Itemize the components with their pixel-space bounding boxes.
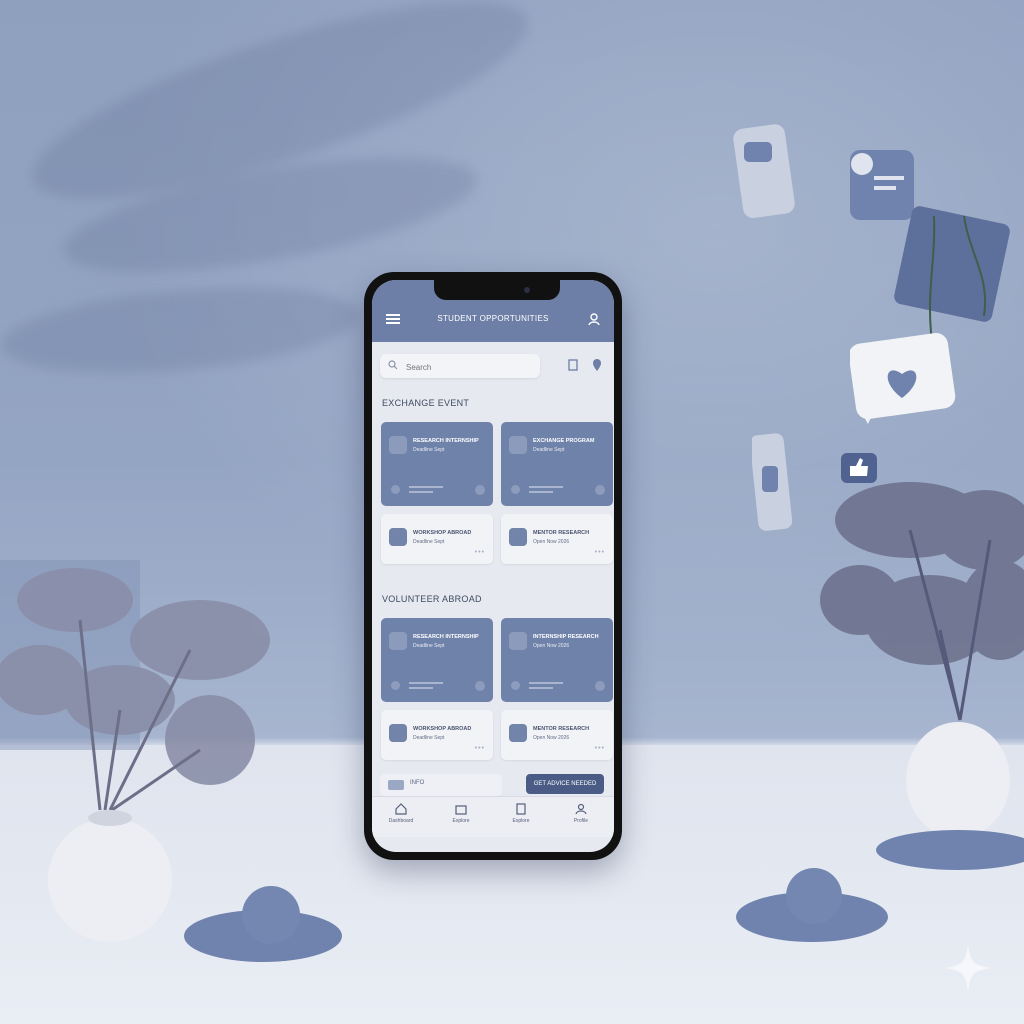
chat-bubble-icon xyxy=(733,124,795,219)
like-card-icon xyxy=(752,433,792,531)
chart-icon xyxy=(509,632,527,650)
card-subtitle: Deadline Sept xyxy=(533,447,565,453)
tab-label: Dashboard xyxy=(388,818,414,824)
card-subtitle: Open Now 2026 xyxy=(533,643,570,649)
folder-icon xyxy=(455,805,467,815)
card-title: WORKSHOP ABROAD xyxy=(413,530,472,536)
heart-icon[interactable] xyxy=(475,681,485,691)
more-icon[interactable]: ••• xyxy=(475,549,485,556)
tab-label: Profile xyxy=(573,818,589,824)
tab-explore-2[interactable]: Explore xyxy=(496,803,546,824)
info-label: INFO xyxy=(410,780,425,786)
heart-icon[interactable] xyxy=(595,485,605,495)
location-icon[interactable] xyxy=(590,358,604,372)
more-icon[interactable]: ••• xyxy=(595,549,605,556)
small-vase xyxy=(786,868,842,924)
more-icon[interactable]: ••• xyxy=(595,745,605,752)
avatar xyxy=(391,681,400,690)
opportunity-card[interactable]: RESEARCH INTERNSHIP Deadline Sept xyxy=(381,618,493,702)
avatar xyxy=(511,681,520,690)
info-strip[interactable]: INFO xyxy=(380,774,502,796)
user-icon[interactable] xyxy=(588,312,600,326)
globe-icon xyxy=(389,528,407,546)
tab-label: Explore xyxy=(452,818,470,824)
right-plant-illustration xyxy=(820,482,1024,870)
smartphone: STUDENT OPPORTUNITIES EXCHANGE EVENT xyxy=(364,272,622,860)
tab-explore[interactable]: Explore xyxy=(436,803,486,824)
hamburger-menu-icon[interactable] xyxy=(386,314,400,324)
mountain-icon xyxy=(509,724,527,742)
heart-icon[interactable] xyxy=(595,681,605,691)
avatar xyxy=(511,485,520,494)
camera-icon xyxy=(509,436,527,454)
tab-label: Explore xyxy=(512,818,530,824)
section-title: EXCHANGE EVENT xyxy=(382,398,470,408)
opportunity-card[interactable]: WORKSHOP ABROAD Deadline Sept ••• xyxy=(381,710,493,760)
more-icon[interactable]: ••• xyxy=(475,745,485,752)
image-thumbnail xyxy=(388,780,404,790)
card-title: INTERNSHIP RESEARCH xyxy=(533,634,599,640)
heart-icon[interactable] xyxy=(475,485,485,495)
sparkle-icon xyxy=(944,944,992,992)
card-title: MENTOR RESEARCH xyxy=(533,530,590,536)
opportunity-card[interactable]: MENTOR RESEARCH Open Now 2026 ••• xyxy=(501,514,613,564)
card-subtitle: Deadline Sept xyxy=(413,539,445,545)
flask-icon xyxy=(389,632,407,650)
card-subtitle: Deadline Sept xyxy=(413,643,445,649)
opportunity-card[interactable]: EXCHANGE PROGRAM Deadline Sept xyxy=(501,422,613,506)
cta-button[interactable]: GET ADVICE NEEDED xyxy=(526,774,604,794)
heart-icon xyxy=(850,332,956,424)
opportunity-card[interactable]: RESEARCH INTERNSHIP Deadline Sept xyxy=(381,422,493,506)
avatar xyxy=(391,485,400,494)
small-vase xyxy=(242,886,300,944)
tab-profile[interactable]: Profile xyxy=(556,803,606,824)
card-subtitle: Deadline Sept xyxy=(413,447,445,453)
thumbs-up-icon xyxy=(841,453,877,483)
microscope-icon xyxy=(389,436,407,454)
card-title: RESEARCH INTERNSHIP xyxy=(413,438,479,444)
home-icon xyxy=(395,803,407,815)
mountain-icon xyxy=(509,528,527,546)
card-title: RESEARCH INTERNSHIP xyxy=(413,634,479,640)
user-icon xyxy=(575,803,587,815)
card-subtitle: Deadline Sept xyxy=(413,735,445,741)
search-icon xyxy=(388,360,398,370)
opportunity-card[interactable]: INTERNSHIP RESEARCH Open Now 2026 xyxy=(501,618,613,702)
card-title: MENTOR RESEARCH xyxy=(533,726,590,732)
card-subtitle: Open Now 2026 xyxy=(533,735,570,741)
bottom-tab-bar: Dashboard Explore Explore Profile xyxy=(372,796,614,837)
card-subtitle: Open Now 2026 xyxy=(533,539,570,545)
app-title: STUDENT OPPORTUNITIES xyxy=(437,314,549,323)
card-title: WORKSHOP ABROAD xyxy=(413,726,472,732)
opportunity-card[interactable]: WORKSHOP ABROAD Deadline Sept ••• xyxy=(381,514,493,564)
section-title: VOLUNTEER ABROAD xyxy=(382,594,482,604)
globe-icon xyxy=(389,724,407,742)
search-bar[interactable] xyxy=(380,354,540,378)
search-input[interactable] xyxy=(404,359,538,375)
app-screen: STUDENT OPPORTUNITIES EXCHANGE EVENT xyxy=(372,280,614,852)
search-row xyxy=(380,354,606,380)
opportunity-card[interactable]: MENTOR RESEARCH Open Now 2026 ••• xyxy=(501,710,613,760)
card-title: EXCHANGE PROGRAM xyxy=(533,438,595,444)
notch xyxy=(434,280,560,300)
tab-dashboard[interactable]: Dashboard xyxy=(376,803,426,824)
bookmark-icon[interactable] xyxy=(566,358,580,372)
bookmark-icon xyxy=(516,803,526,815)
